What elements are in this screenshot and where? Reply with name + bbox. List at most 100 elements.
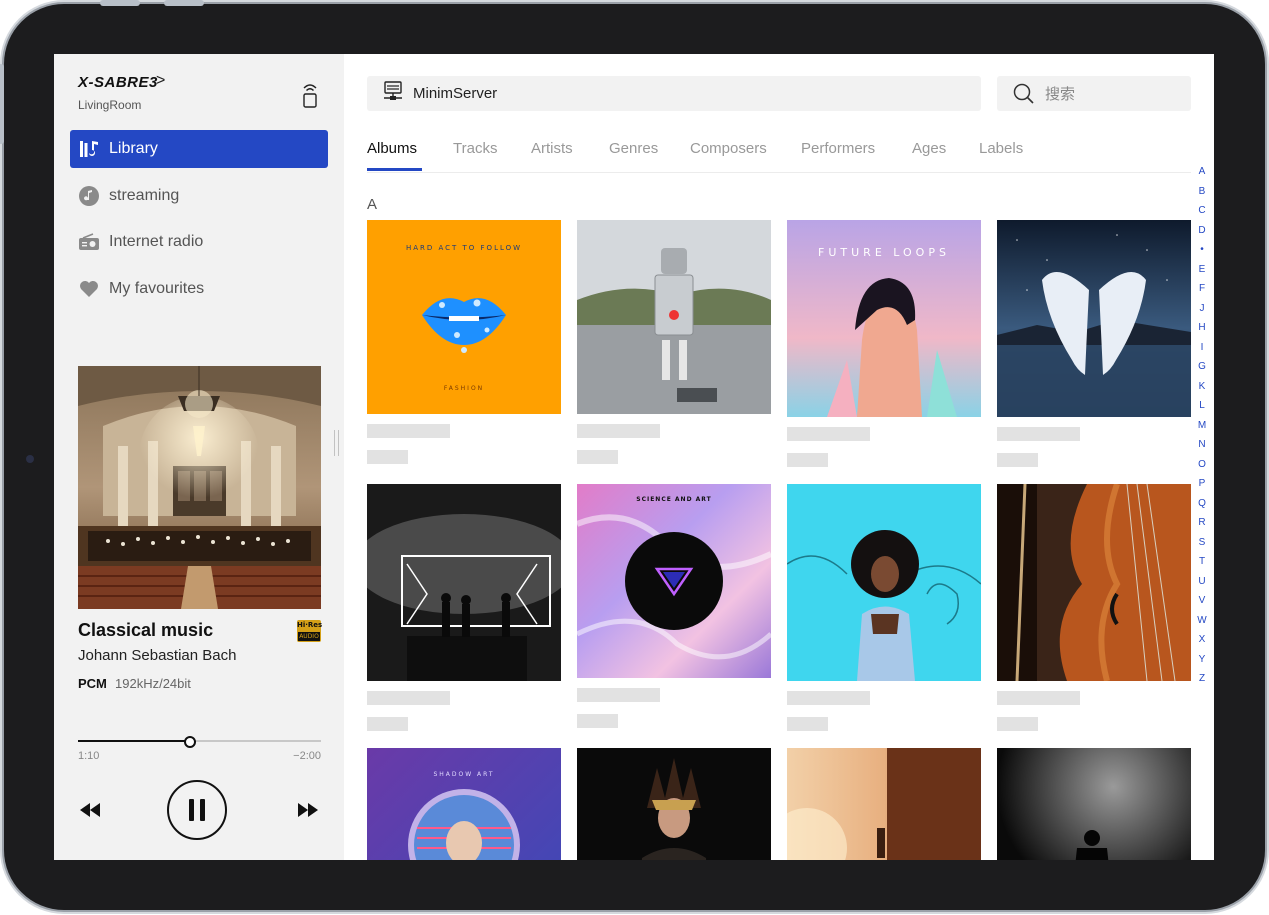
tab-performers[interactable]: Performers bbox=[801, 140, 875, 157]
album-card[interactable] bbox=[577, 748, 771, 860]
sidebar-item-library[interactable]: Library bbox=[70, 130, 328, 168]
album-artist-placeholder bbox=[787, 717, 828, 731]
cast-icon[interactable] bbox=[298, 80, 322, 108]
index-letter[interactable]: Y bbox=[1194, 650, 1210, 670]
album-card[interactable] bbox=[367, 484, 561, 731]
index-letter[interactable]: W bbox=[1194, 611, 1210, 631]
album-cover-text: HARD ACT TO FOLLOW bbox=[406, 244, 522, 252]
album-cover bbox=[787, 484, 981, 681]
time-remaining: −2:00 bbox=[293, 750, 321, 762]
heart-icon bbox=[78, 278, 100, 300]
tab-tracks[interactable]: Tracks bbox=[453, 140, 497, 157]
index-letter[interactable]: I bbox=[1194, 338, 1210, 358]
index-letter[interactable]: Q bbox=[1194, 494, 1210, 514]
album-cover: FUTURE LOOPS bbox=[787, 220, 981, 417]
index-letter[interactable]: X bbox=[1194, 630, 1210, 650]
alphabet-index[interactable]: A B C D • E F J H I G K L M N O P Q R S T U V W X Y Z bbox=[1194, 162, 1210, 689]
album-title-placeholder bbox=[787, 691, 870, 705]
index-letter[interactable]: J bbox=[1194, 299, 1210, 319]
sample-rate: 192kHz/24bit bbox=[115, 676, 191, 691]
now-playing-album-art[interactable] bbox=[78, 366, 321, 609]
chevron-right-icon[interactable]: > bbox=[156, 72, 165, 90]
index-letter[interactable]: N bbox=[1194, 435, 1210, 455]
album-card[interactable]: HARD ACT TO FOLLOW FASHION bbox=[367, 220, 561, 464]
app-screen: X-SABRE3 > LivingRoom Library streaming … bbox=[54, 54, 1214, 860]
album-artist-placeholder bbox=[367, 450, 408, 464]
album-cover bbox=[577, 220, 771, 414]
album-title-placeholder bbox=[787, 427, 870, 441]
tab-artists[interactable]: Artists bbox=[531, 140, 573, 157]
hires-logo-top-text: Hi·Res bbox=[297, 621, 323, 629]
search-input[interactable] bbox=[1043, 83, 1167, 104]
album-cover bbox=[367, 484, 561, 681]
search-box[interactable] bbox=[997, 76, 1191, 111]
album-card[interactable] bbox=[997, 748, 1191, 860]
index-letter[interactable]: B bbox=[1194, 182, 1210, 202]
progress-fill bbox=[78, 740, 190, 742]
side-hardware-button bbox=[0, 64, 4, 144]
album-card[interactable]: FUTURE LOOPS bbox=[787, 220, 981, 467]
sidebar-item-streaming[interactable]: streaming bbox=[70, 177, 328, 215]
album-title-placeholder bbox=[997, 691, 1080, 705]
album-title-placeholder bbox=[577, 688, 660, 702]
library-icon bbox=[78, 138, 100, 160]
index-letter[interactable]: G bbox=[1194, 357, 1210, 377]
sidebar-item-label: Library bbox=[109, 140, 158, 157]
index-letter[interactable]: F bbox=[1194, 279, 1210, 299]
index-letter[interactable]: P bbox=[1194, 474, 1210, 494]
album-card[interactable] bbox=[997, 484, 1191, 731]
server-name: MinimServer bbox=[413, 85, 498, 102]
index-letter[interactable]: • bbox=[1194, 240, 1210, 260]
next-track-button[interactable] bbox=[296, 798, 320, 822]
album-card[interactable] bbox=[787, 484, 981, 731]
volume-up-hardware-button bbox=[100, 0, 140, 6]
index-letter[interactable]: D bbox=[1194, 221, 1210, 241]
index-letter[interactable]: T bbox=[1194, 552, 1210, 572]
active-tab-indicator bbox=[367, 168, 422, 171]
album-artist-placeholder bbox=[787, 453, 828, 467]
front-camera bbox=[26, 455, 34, 463]
pause-button[interactable] bbox=[167, 780, 227, 840]
sidebar-item-label: My favourites bbox=[109, 280, 205, 297]
album-title-placeholder bbox=[997, 427, 1080, 441]
index-letter[interactable]: O bbox=[1194, 455, 1210, 475]
now-playing-artist: Johann Sebastian Bach bbox=[78, 647, 237, 664]
tab-albums[interactable]: Albums bbox=[367, 140, 417, 157]
album-card[interactable]: SHADOW ART bbox=[367, 748, 561, 860]
index-letter[interactable]: C bbox=[1194, 201, 1210, 221]
index-letter[interactable]: L bbox=[1194, 396, 1210, 416]
index-letter[interactable]: K bbox=[1194, 377, 1210, 397]
album-cover bbox=[787, 748, 981, 860]
album-card[interactable]: SCIENCE AND ART bbox=[577, 484, 771, 728]
album-artist-placeholder bbox=[577, 450, 618, 464]
previous-track-button[interactable] bbox=[78, 798, 102, 822]
index-letter[interactable]: E bbox=[1194, 260, 1210, 280]
album-card[interactable] bbox=[787, 748, 981, 860]
sidebar-item-label: streaming bbox=[109, 187, 180, 204]
playback-progress-bar[interactable] bbox=[78, 736, 321, 748]
section-letter: A bbox=[367, 196, 378, 213]
album-cover-text: SCIENCE AND ART bbox=[636, 496, 712, 503]
index-letter[interactable]: V bbox=[1194, 591, 1210, 611]
album-card[interactable] bbox=[997, 220, 1191, 467]
tab-composers[interactable]: Composers bbox=[690, 140, 767, 157]
index-letter[interactable]: Z bbox=[1194, 669, 1210, 689]
index-letter[interactable]: R bbox=[1194, 513, 1210, 533]
sidebar-item-my-favourites[interactable]: My favourites bbox=[70, 270, 328, 308]
album-cover: SCIENCE AND ART bbox=[577, 484, 771, 678]
server-selector[interactable]: MinimServer bbox=[367, 76, 981, 111]
index-letter[interactable]: M bbox=[1194, 416, 1210, 436]
index-letter[interactable]: A bbox=[1194, 162, 1210, 182]
tab-labels[interactable]: Labels bbox=[979, 140, 1023, 157]
progress-knob[interactable] bbox=[184, 736, 196, 748]
sidebar-item-internet-radio[interactable]: Internet radio bbox=[70, 223, 328, 261]
album-card[interactable] bbox=[577, 220, 771, 464]
resize-handle[interactable] bbox=[334, 430, 339, 456]
tab-genres[interactable]: Genres bbox=[609, 140, 658, 157]
index-letter[interactable]: H bbox=[1194, 318, 1210, 338]
index-letter[interactable]: S bbox=[1194, 533, 1210, 553]
album-title-placeholder bbox=[367, 691, 450, 705]
index-letter[interactable]: U bbox=[1194, 572, 1210, 592]
device-name[interactable]: X-SABRE3 bbox=[78, 74, 158, 91]
tab-ages[interactable]: Ages bbox=[912, 140, 946, 157]
